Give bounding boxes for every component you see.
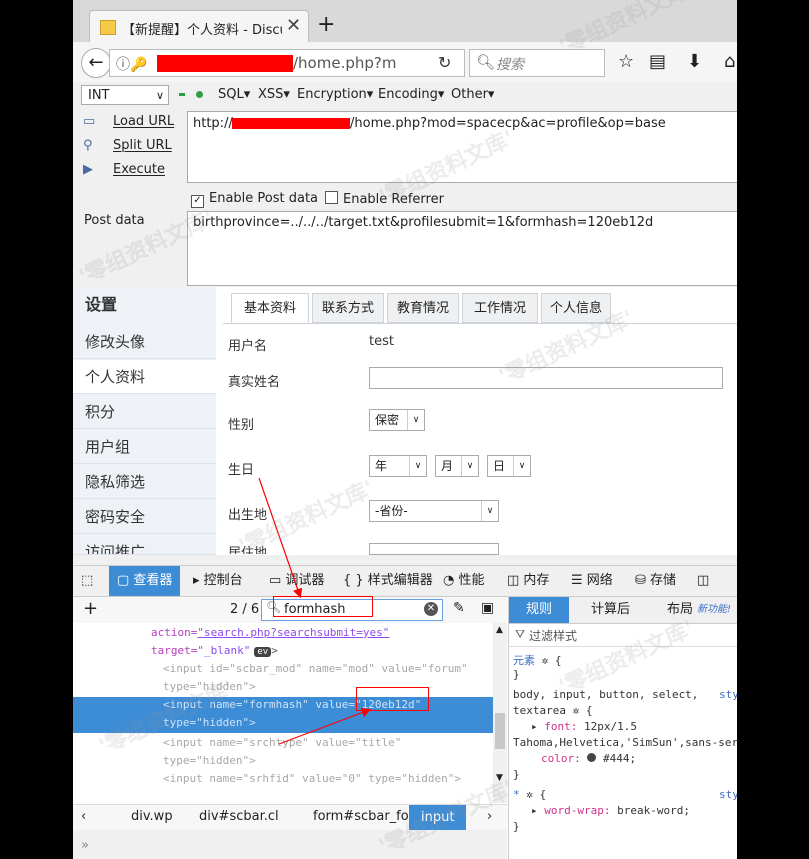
annotation-arrows: [258, 477, 372, 745]
arrow-to-value: [278, 708, 372, 745]
browser-window: 【新提醒】个人资料 - Discu ✕ + ← ⓘ🔑 /home.php?m ↻…: [73, 0, 737, 859]
arrow-to-search: [258, 477, 303, 599]
